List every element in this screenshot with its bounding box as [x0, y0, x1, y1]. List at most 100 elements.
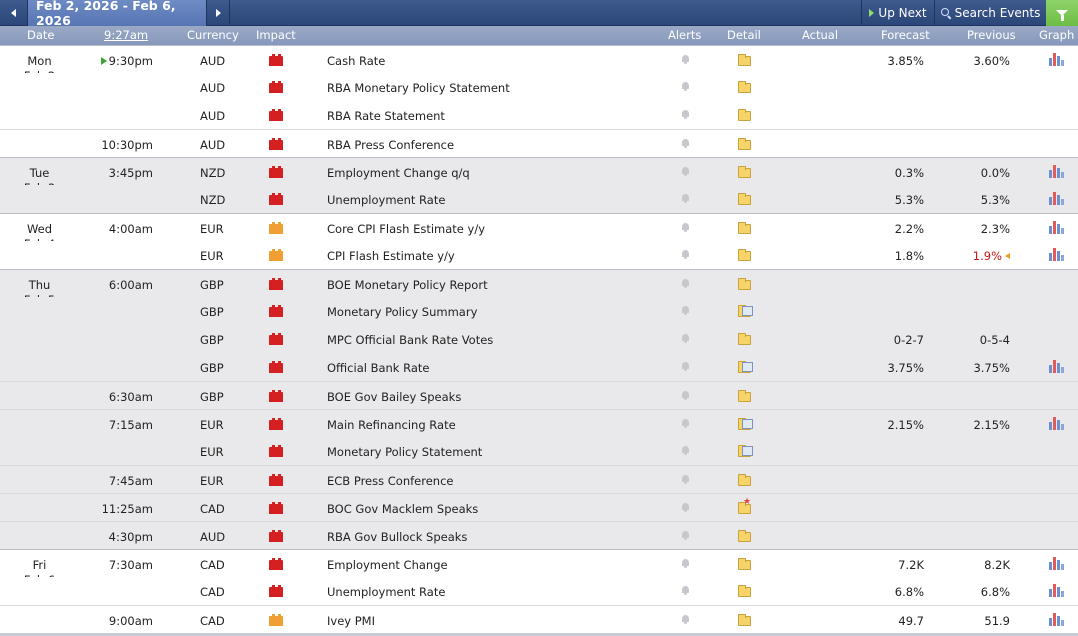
row-event-title[interactable]: Unemployment Rate [327, 193, 445, 207]
detail-button[interactable] [738, 474, 751, 486]
alert-bell-button[interactable] [681, 334, 690, 344]
graph-button[interactable] [1049, 248, 1064, 261]
table-row[interactable]: GBP Monetary Policy Summary [0, 297, 1078, 325]
table-row[interactable]: CAD Unemployment Rate 6.8% 6.8% [0, 577, 1078, 605]
table-row[interactable]: 7:15am EUR Main Refinancing Rate 2.15% 2.15% [0, 409, 1078, 437]
graph-button[interactable] [1049, 613, 1064, 626]
revision-marker-icon[interactable] [1005, 253, 1010, 259]
filter-button[interactable] [1046, 0, 1078, 26]
table-row[interactable]: FriFeb 67:30amCADEmployment Change7.2K8.… [0, 549, 1078, 587]
row-event-title[interactable]: RBA Press Conference [327, 138, 454, 152]
graph-button[interactable] [1049, 360, 1064, 373]
detail-button[interactable] [738, 530, 751, 542]
row-event-title[interactable]: Core CPI Flash Estimate y/y [327, 222, 485, 236]
table-row[interactable]: MonFeb 29:30pmAUDCash Rate3.85%3.60% [0, 45, 1078, 83]
graph-button[interactable] [1049, 417, 1064, 430]
row-event-title[interactable]: MPC Official Bank Rate Votes [327, 333, 493, 347]
alert-bell-button[interactable] [681, 531, 690, 541]
row-event-title[interactable]: CPI Flash Estimate y/y [327, 249, 455, 263]
table-row[interactable]: 6:30am GBP BOE Gov Bailey Speaks [0, 381, 1078, 409]
search-events-button[interactable]: Search Events [934, 0, 1046, 26]
detail-button[interactable] [738, 166, 751, 178]
table-row[interactable]: WedFeb 44:00amEURCore CPI Flash Estimate… [0, 213, 1078, 251]
table-row[interactable]: GBP MPC Official Bank Rate Votes 0-2-7 0-5-… [0, 325, 1078, 353]
alert-bell-button[interactable] [681, 55, 690, 65]
row-event-title[interactable]: BOC Gov Macklem Speaks [327, 502, 478, 516]
detail-button[interactable] [738, 109, 751, 121]
table-row[interactable]: EUR CPI Flash Estimate y/y 1.8% 1.9% [0, 241, 1078, 269]
detail-button[interactable] [738, 333, 751, 345]
alert-bell-button[interactable] [681, 167, 690, 177]
table-row[interactable]: NZD Unemployment Rate 5.3% 5.3% [0, 185, 1078, 213]
table-row[interactable]: 9:00am CAD Ivey PMI 49.7 51.9 [0, 605, 1078, 633]
row-event-title[interactable]: RBA Monetary Policy Statement [327, 81, 510, 95]
detail-button[interactable] [738, 193, 751, 205]
detail-button[interactable] [738, 614, 751, 626]
table-row[interactable]: AUD RBA Monetary Policy Statement [0, 73, 1078, 101]
graph-button[interactable] [1049, 557, 1064, 570]
alert-bell-button[interactable] [681, 586, 690, 596]
graph-button[interactable] [1049, 165, 1064, 178]
detail-button[interactable] [738, 558, 751, 570]
detail-button[interactable] [738, 81, 751, 93]
alert-bell-button[interactable] [681, 110, 690, 120]
alert-bell-button[interactable] [681, 82, 690, 92]
row-event-title[interactable]: ECB Press Conference [327, 474, 453, 488]
alert-bell-button[interactable] [681, 419, 690, 429]
alert-bell-button[interactable] [681, 306, 690, 316]
alert-bell-button[interactable] [681, 503, 690, 513]
alert-bell-button[interactable] [681, 446, 690, 456]
table-row[interactable]: EUR Monetary Policy Statement [0, 437, 1078, 465]
row-event-title[interactable]: Ivey PMI [327, 614, 375, 628]
graph-button[interactable] [1049, 221, 1064, 234]
alert-bell-button[interactable] [681, 362, 690, 372]
alert-bell-button[interactable] [681, 139, 690, 149]
alert-bell-button[interactable] [681, 475, 690, 485]
row-event-title[interactable]: BOE Gov Bailey Speaks [327, 390, 461, 404]
alert-bell-button[interactable] [681, 223, 690, 233]
detail-button[interactable] [738, 361, 753, 373]
table-row[interactable]: 4:30pm AUD RBA Gov Bullock Speaks [0, 521, 1078, 549]
graph-button[interactable] [1049, 53, 1064, 66]
table-row[interactable]: AUD RBA Rate Statement [0, 101, 1078, 129]
table-row[interactable]: ThuFeb 56:00amGBPBOE Monetary Policy Rep… [0, 269, 1078, 307]
detail-button[interactable] [738, 222, 751, 234]
row-event-title[interactable]: Official Bank Rate [327, 361, 430, 375]
alert-bell-button[interactable] [681, 559, 690, 569]
alert-bell-button[interactable] [681, 279, 690, 289]
table-row[interactable]: TueFeb 33:45pmNZDEmployment Change q/q0.… [0, 157, 1078, 195]
graph-button[interactable] [1049, 192, 1064, 205]
detail-button[interactable] [738, 445, 753, 457]
detail-button[interactable] [738, 138, 751, 150]
alert-bell-button[interactable] [681, 250, 690, 260]
next-week-button[interactable] [206, 0, 230, 26]
detail-button[interactable] [738, 418, 753, 430]
row-event-title[interactable]: Unemployment Rate [327, 585, 445, 599]
row-event-title[interactable]: Employment Change q/q [327, 166, 470, 180]
detail-button[interactable] [738, 305, 753, 317]
row-event-title[interactable]: RBA Rate Statement [327, 109, 445, 123]
row-event-title[interactable]: Cash Rate [327, 54, 385, 68]
table-row[interactable]: 11:25am CAD BOC Gov Macklem Speaks [0, 493, 1078, 521]
detail-button[interactable] [738, 278, 751, 290]
row-event-title[interactable]: Monetary Policy Statement [327, 445, 482, 459]
row-event-title[interactable]: BOE Monetary Policy Report [327, 278, 488, 292]
table-row[interactable]: GBP Official Bank Rate 3.75% 3.75% [0, 353, 1078, 381]
alert-bell-button[interactable] [681, 194, 690, 204]
alert-bell-button[interactable] [681, 615, 690, 625]
row-event-title[interactable]: Employment Change [327, 558, 448, 572]
detail-button[interactable] [738, 498, 751, 514]
detail-button[interactable] [738, 54, 751, 66]
graph-button[interactable] [1049, 584, 1064, 597]
date-range-selector[interactable]: Feb 2, 2026 - Feb 6, 2026 [28, 0, 206, 28]
previous-week-button[interactable] [0, 0, 28, 26]
table-row[interactable]: 10:30pm AUD RBA Press Conference [0, 129, 1078, 157]
column-time-current[interactable]: 9:27am [104, 28, 148, 42]
table-row[interactable]: 7:45am EUR ECB Press Conference [0, 465, 1078, 493]
detail-button[interactable] [738, 249, 751, 261]
row-event-title[interactable]: Main Refinancing Rate [327, 418, 456, 432]
alert-bell-button[interactable] [681, 391, 690, 401]
detail-button[interactable] [738, 585, 751, 597]
up-next-button[interactable]: Up Next [861, 0, 934, 26]
detail-button[interactable] [738, 390, 751, 402]
